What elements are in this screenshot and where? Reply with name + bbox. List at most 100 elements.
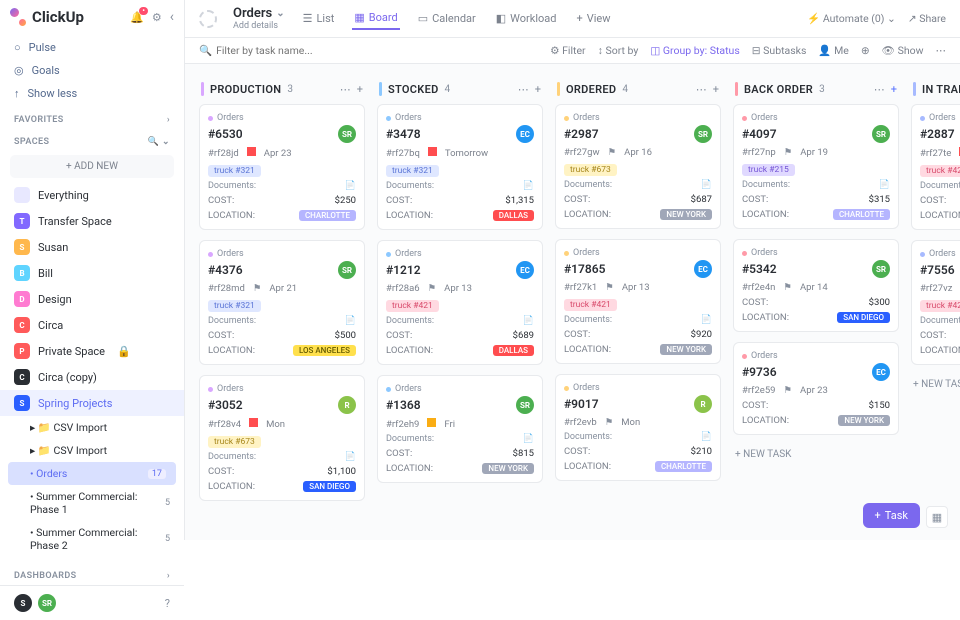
truck-tag[interactable]: truck #321 [208,300,261,312]
assignee-avatar[interactable]: EC [694,260,712,278]
flag-icon[interactable]: ⚑ [784,385,793,396]
new-task-fab[interactable]: + Task [863,503,920,528]
truck-tag[interactable]: truck #321 [208,165,261,177]
truck-tag[interactable]: truck #673 [564,164,617,176]
location-tag[interactable]: NEW YORK [660,344,712,355]
truck-tag[interactable]: truck #421 [920,300,960,312]
group-button[interactable]: ◫ Group by: Status [650,44,739,57]
spaces-actions[interactable]: 🔍 ⌄ [148,137,170,147]
assignee-avatar[interactable]: R [338,396,356,414]
column-add-icon[interactable]: + [713,83,719,96]
view-workload[interactable]: ◧ Workload [494,8,559,29]
document-icon[interactable]: 📄 [701,180,712,190]
assignee-icon[interactable]: ⊕ [861,44,870,57]
assignee-avatar[interactable]: EC [872,363,890,381]
dashboards-section[interactable]: DASHBOARDS› [0,563,184,585]
show-button[interactable]: 👁 Show [882,44,924,57]
task-card[interactable]: Orders #6530 SR #rf28jd Apr 23 truck #32… [199,104,365,230]
flag-icon[interactable]: ⚑ [608,147,617,158]
add-new-space[interactable]: + ADD NEW [10,155,174,178]
document-icon[interactable]: 📄 [345,316,356,326]
space-item-circa[interactable]: CCirca [0,312,184,338]
task-card[interactable]: Orders #7556 #rf27vz ⚑ Thu truck #421 Do… [911,240,960,365]
sort-button[interactable]: ↕ Sort by [598,44,639,57]
task-card[interactable]: Orders #17865 EC #rf27k1 ⚑ Apr 13 truck … [555,239,721,364]
list-phase-2[interactable]: • Summer Commercial: Phase 25 [0,521,184,557]
location-tag[interactable]: NEW YORK [660,209,712,220]
truck-tag[interactable]: truck #321 [386,165,439,177]
page-title[interactable]: Orders ⌄ [233,6,285,21]
task-card[interactable]: Orders #5342 SR #rf2e4n ⚑ Apr 14 COST:$3… [733,239,899,332]
flag-icon[interactable]: ⚑ [784,147,793,158]
assignee-avatar[interactable]: SR [872,260,890,278]
list-phase-1[interactable]: • Summer Commercial: Phase 15 [0,485,184,521]
favorites-section[interactable]: FAVORITES› [0,107,184,129]
location-tag[interactable]: CHARLOTTE [299,210,356,221]
column-more-icon[interactable]: ⋯ [518,83,529,96]
sidebar-goals[interactable]: ◎ Goals [0,59,184,82]
location-tag[interactable]: SAN DIEGO [837,312,890,323]
truck-tag[interactable]: truck #215 [742,164,795,176]
new-task-button[interactable]: + NEW TASK [733,445,899,464]
task-card[interactable]: Orders #9017 R #rf2evb ⚑ Mon Documents:📄… [555,374,721,481]
search-box[interactable]: 🔍 [199,44,346,57]
column-add-icon[interactable]: + [535,83,541,96]
document-icon[interactable]: 📄 [523,181,534,191]
document-icon[interactable]: 📄 [701,315,712,325]
assignee-avatar[interactable]: R [694,395,712,413]
location-tag[interactable]: LOS ANGELES [293,345,356,356]
search-input[interactable] [216,44,346,57]
document-icon[interactable]: 📄 [701,432,712,442]
filter-button[interactable]: ⚙ Filter [550,44,586,57]
truck-tag[interactable]: truck #421 [564,299,617,311]
location-tag[interactable]: DALLAS [493,345,534,356]
location-tag[interactable]: DALLAS [493,210,534,221]
add-view[interactable]: + View [574,8,612,29]
truck-tag[interactable]: truck #673 [208,436,261,448]
flag-icon[interactable] [427,418,436,430]
location-tag[interactable]: CHARLOTTE [655,461,712,472]
list-orders[interactable]: • Orders17 [8,462,176,485]
column-add-icon[interactable]: + [357,83,363,96]
folder-csv-import[interactable]: ▸ 📁 CSV Import [0,416,184,439]
sidebar-show-less[interactable]: ↑ Show less [0,82,184,105]
help-icon[interactable]: ? [165,597,170,610]
space-item-transfer-space[interactable]: TTransfer Space [0,208,184,234]
document-icon[interactable]: 📄 [879,180,890,190]
notifications-icon[interactable]: 🔔• [130,11,144,24]
assignee-avatar[interactable]: EC [516,125,534,143]
document-icon[interactable]: 📄 [523,434,534,444]
subtasks-button[interactable]: ⊟ Subtasks [752,44,807,57]
column-more-icon[interactable]: ⋯ [874,83,885,96]
me-button[interactable]: 👤 Me [818,44,848,57]
space-item-spring-projects[interactable]: SSpring Projects [0,390,184,416]
space-item-everything[interactable]: Everything [0,182,184,208]
user-avatar[interactable]: S [14,594,32,612]
task-card[interactable]: Orders #2987 SR #rf27gw ⚑ Apr 16 truck #… [555,104,721,229]
space-item-private-space[interactable]: PPrivate Space🔒 [0,338,184,364]
task-card[interactable]: Orders #3478 EC #rf27bq Tomorrow truck #… [377,104,543,230]
task-card[interactable]: Orders #1368 SR #rf2eh9 Fri Documents:📄 … [377,375,543,483]
column-more-icon[interactable]: ⋯ [696,83,707,96]
task-card[interactable]: Orders #4097 SR #rf27np ⚑ Apr 19 truck #… [733,104,899,229]
space-item-susan[interactable]: SSusan [0,234,184,260]
assignee-avatar[interactable]: EC [516,261,534,279]
space-item-bill[interactable]: BBill [0,260,184,286]
flag-icon[interactable] [247,147,256,159]
collapse-sidebar-icon[interactable]: ‹ [170,9,174,25]
truck-tag[interactable]: truck #421 [920,165,960,177]
view-calendar[interactable]: ▭ Calendar [416,8,478,29]
view-board[interactable]: ▦ Board [352,7,399,30]
task-card[interactable]: Orders #2887 #rf27te Fri truck #421 Docu… [911,104,960,230]
task-card[interactable]: Orders #1212 EC #rf28a6 ⚑ Apr 13 truck #… [377,240,543,365]
user-avatar[interactable]: SR [38,594,56,612]
page-subtitle[interactable]: Add details [233,21,285,31]
assignee-avatar[interactable]: SR [338,125,356,143]
column-more-icon[interactable]: ⋯ [340,83,351,96]
flag-icon[interactable]: ⚑ [605,417,614,428]
space-item-design[interactable]: DDesign [0,286,184,312]
view-list[interactable]: ☰ List [301,8,337,29]
more-icon[interactable]: ⋯ [936,44,947,57]
folder-csv-import-2[interactable]: ▸ 📁 CSV Import [0,439,184,462]
logo[interactable]: ClickUp [10,8,84,26]
